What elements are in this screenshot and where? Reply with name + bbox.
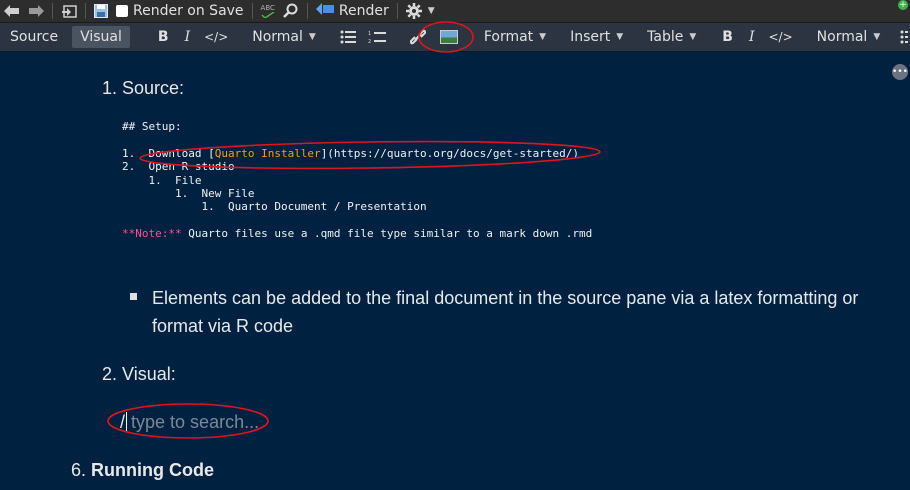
code-line: 2. Open R studio bbox=[122, 160, 235, 174]
main-toolbar: Render on Save ABC Render ▼ + bbox=[0, 0, 910, 23]
bullet-text-line1: Elements can be added to the final docum… bbox=[152, 288, 859, 308]
code-line: 1. Quarto Document / Presentation bbox=[122, 200, 427, 214]
code-line: ## Setup: bbox=[122, 120, 182, 133]
code-block[interactable]: ## Setup: 1. Download [Quarto Installer]… bbox=[122, 120, 642, 250]
toolbar-divider bbox=[396, 3, 398, 19]
back-arrow-icon[interactable] bbox=[0, 0, 24, 22]
add-icon[interactable]: + bbox=[898, 0, 908, 10]
render-button[interactable]: Render bbox=[312, 0, 393, 22]
code-line: 1. File bbox=[122, 173, 202, 187]
italic-button-2[interactable]: I bbox=[741, 23, 763, 51]
chevron-down-icon: ▼ bbox=[616, 32, 624, 42]
tab-visual[interactable]: Visual bbox=[72, 26, 130, 48]
text-cursor bbox=[126, 412, 128, 432]
italic-button[interactable]: I bbox=[177, 23, 199, 51]
more-options-icon[interactable]: ••• bbox=[892, 64, 908, 80]
chevron-down-icon: ▼ bbox=[689, 32, 697, 42]
block-style-select[interactable]: Normal ▼ bbox=[246, 23, 322, 51]
bullet-list-icon[interactable] bbox=[334, 23, 362, 51]
list-item-source: 1. Source: bbox=[102, 78, 185, 98]
list-item-visual: 2. Visual: bbox=[102, 364, 176, 384]
svg-text:2: 2 bbox=[368, 39, 371, 44]
code-line: 1. New File bbox=[122, 186, 255, 200]
render-on-save-toggle[interactable]: Render on Save bbox=[112, 0, 248, 22]
bold-button[interactable]: B bbox=[150, 23, 177, 51]
list-icon-overflow[interactable] bbox=[898, 23, 910, 51]
link-text: Quarto Installer bbox=[214, 146, 321, 160]
open-in-window-icon[interactable] bbox=[57, 0, 81, 22]
code-line: **Note:** Quarto files use a .qmd file t… bbox=[122, 227, 593, 241]
numbered-list-icon[interactable]: 12 bbox=[362, 23, 392, 51]
spellcheck-icon[interactable]: ABC bbox=[257, 0, 279, 22]
format-menu[interactable]: Format ▼ bbox=[478, 23, 552, 51]
bold-button-2[interactable]: B bbox=[714, 23, 741, 51]
save-icon[interactable] bbox=[90, 0, 112, 22]
block-style-select-2[interactable]: Normal ▼ bbox=[811, 23, 887, 51]
bullet-marker bbox=[130, 293, 137, 300]
toolbar-divider bbox=[306, 3, 308, 19]
list-item-running-code: 6. Running Code bbox=[71, 460, 215, 480]
note-keyword: **Note:** bbox=[122, 227, 182, 241]
table-menu[interactable]: Table ▼ bbox=[641, 23, 702, 51]
insert-menu[interactable]: Insert ▼ bbox=[564, 23, 629, 51]
find-replace-icon[interactable] bbox=[279, 0, 303, 22]
svg-text:1: 1 bbox=[368, 31, 371, 37]
code-button[interactable]: </> bbox=[198, 23, 234, 51]
toolbar-divider bbox=[52, 3, 53, 19]
forward-arrow-icon[interactable] bbox=[24, 0, 48, 22]
toolbar-divider bbox=[251, 3, 253, 19]
code-button-2[interactable]: </> bbox=[763, 23, 799, 51]
render-on-save-checkbox[interactable] bbox=[116, 5, 128, 17]
code-line: 1. Download [Quarto Installer](https://q… bbox=[122, 146, 579, 160]
visual-editor-toolbar: Source Visual B I </> Normal ▼ 12 Format… bbox=[0, 23, 910, 52]
chevron-down-icon: ▼ bbox=[308, 32, 316, 42]
settings-gear-icon[interactable]: ▼ bbox=[402, 0, 439, 22]
slash-character: / bbox=[120, 411, 126, 432]
tab-source[interactable]: Source bbox=[2, 26, 66, 48]
render-on-save-label: Render on Save bbox=[133, 3, 244, 19]
render-icon bbox=[315, 2, 334, 20]
bullet-text-line2: format via R code bbox=[152, 316, 294, 336]
toolbar-divider bbox=[85, 3, 86, 19]
search-placeholder: type to search... bbox=[131, 411, 260, 432]
insert-link-icon[interactable] bbox=[404, 23, 432, 51]
chevron-down-icon: ▼ bbox=[539, 32, 547, 42]
chevron-down-icon: ▼ bbox=[873, 32, 881, 42]
insert-image-icon[interactable] bbox=[432, 23, 466, 51]
chevron-down-icon[interactable]: ▼ bbox=[428, 6, 435, 16]
slash-command-search[interactable]: / type to search... bbox=[120, 410, 259, 434]
